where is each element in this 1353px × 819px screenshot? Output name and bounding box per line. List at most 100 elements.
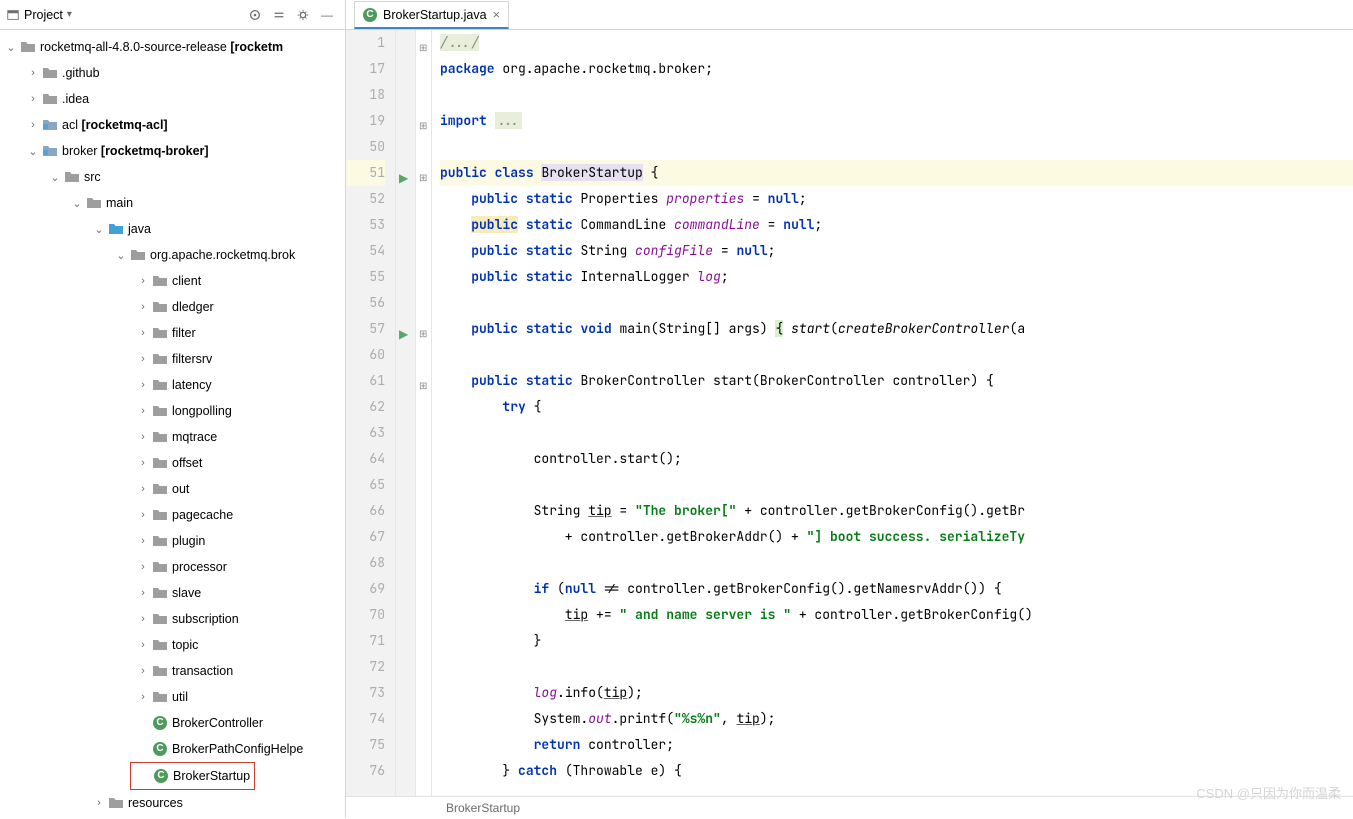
fold-icon[interactable]: ⊞ [419, 323, 427, 349]
run-icon[interactable]: ▶ [399, 166, 408, 192]
chevron-icon[interactable]: ⌄ [92, 223, 106, 236]
folder-gray-icon [152, 689, 168, 705]
hide-icon[interactable]: — [317, 5, 337, 25]
chevron-icon[interactable]: › [26, 93, 40, 105]
tree-root[interactable]: ⌄ rocketmq-all-4.8.0-source-release [roc… [0, 34, 345, 60]
tree-item[interactable]: › filtersrv [0, 346, 345, 372]
tree-item[interactable]: › plugin [0, 528, 345, 554]
locate-icon[interactable] [245, 5, 265, 25]
chevron-icon[interactable]: ⌄ [26, 145, 40, 158]
project-header: Project ▾ — [0, 0, 345, 30]
close-icon[interactable]: × [493, 7, 501, 22]
chevron-icon[interactable]: › [136, 691, 150, 703]
chevron-icon[interactable]: › [136, 561, 150, 573]
tree-item[interactable]: › client [0, 268, 345, 294]
tree-item[interactable]: C BrokerController [0, 710, 345, 736]
module-icon [42, 143, 58, 159]
tree-item[interactable]: › offset [0, 450, 345, 476]
fold-icon[interactable]: ⊞ [419, 375, 427, 401]
tree-item-label: pagecache [172, 508, 233, 522]
tree-item-label: filter [172, 326, 196, 340]
tree-item[interactable]: › longpolling [0, 398, 345, 424]
chevron-icon[interactable]: › [136, 379, 150, 391]
chevron-icon[interactable]: ⌄ [114, 249, 128, 262]
chevron-icon[interactable]: › [136, 509, 150, 521]
tree-item[interactable]: › transaction [0, 658, 345, 684]
fold-icon[interactable]: ⊞ [419, 167, 427, 193]
folder-gray-icon [152, 559, 168, 575]
tree-item[interactable]: › pagecache [0, 502, 345, 528]
folder-blue-icon [108, 221, 124, 237]
tree-item[interactable]: › util [0, 684, 345, 710]
chevron-icon[interactable]: › [136, 431, 150, 443]
tree-item[interactable]: › out [0, 476, 345, 502]
editor-tabs: C BrokerStartup.java × [346, 0, 1353, 30]
chevron-down-icon[interactable]: ▾ [67, 9, 72, 20]
folder-gray-icon [152, 273, 168, 289]
fold-gutter: ⊞ ⊞ ⊞ ⊞ ⊞ [416, 30, 432, 796]
chevron-icon[interactable]: › [136, 483, 150, 495]
tree-item-label: main [106, 196, 133, 210]
folder-gray-icon [152, 637, 168, 653]
tree-item[interactable]: ⌄ src [0, 164, 345, 190]
tree-item[interactable]: › subscription [0, 606, 345, 632]
chevron-icon[interactable]: › [26, 67, 40, 79]
tree-item[interactable]: › filter [0, 320, 345, 346]
tree-item[interactable]: › mqtrace [0, 424, 345, 450]
tree-item[interactable]: ⌄ broker [rocketmq-broker] [0, 138, 345, 164]
run-icon[interactable]: ▶ [399, 322, 408, 348]
chevron-icon[interactable]: › [136, 353, 150, 365]
tree-item[interactable]: C BrokerPathConfigHelpe [0, 736, 345, 762]
fold-icon[interactable]: ⊞ [419, 115, 427, 141]
chevron-icon[interactable]: › [92, 797, 106, 809]
chevron-icon[interactable]: › [136, 327, 150, 339]
expand-all-icon[interactable] [269, 5, 289, 25]
tree-item[interactable]: › slave [0, 580, 345, 606]
tree-item[interactable]: ⌄ java [0, 216, 345, 242]
fold-icon[interactable]: ⊞ [419, 37, 427, 63]
tree-item[interactable]: ⌄ org.apache.rocketmq.brok [0, 242, 345, 268]
tree-item[interactable]: › topic [0, 632, 345, 658]
chevron-icon[interactable]: › [136, 457, 150, 469]
tree-item-label: longpolling [172, 404, 232, 418]
tree-item[interactable]: C BrokerStartup [131, 763, 250, 789]
chevron-icon[interactable]: › [136, 535, 150, 547]
tree-item[interactable]: › dledger [0, 294, 345, 320]
folder-gray-icon [152, 585, 168, 601]
tree-item[interactable]: › resources [0, 790, 345, 816]
tree-item-label: util [172, 690, 188, 704]
chevron-icon[interactable]: › [136, 587, 150, 599]
watermark: CSDN @只因为你而温柔 [1196, 783, 1341, 802]
folder-gray-icon [152, 611, 168, 627]
tree-item[interactable]: › .github [0, 60, 345, 86]
gear-icon[interactable] [293, 5, 313, 25]
tab-label: BrokerStartup.java [383, 8, 487, 22]
chevron-icon[interactable]: ⌄ [70, 197, 84, 210]
chevron-icon[interactable]: › [136, 275, 150, 287]
chevron-icon[interactable]: ⌄ [48, 171, 62, 184]
tree-item-label: acl [rocketmq-acl] [62, 118, 168, 132]
chevron-icon[interactable]: › [136, 665, 150, 677]
tree-item[interactable]: › acl [rocketmq-acl] [0, 112, 345, 138]
tree-item[interactable]: ⌄ main [0, 190, 345, 216]
chevron-icon[interactable]: › [136, 405, 150, 417]
code-area: 1171819505152535455565760616263646566676… [346, 30, 1353, 796]
code-text[interactable]: /.../package org.apache.rocketmq.broker;… [432, 30, 1353, 796]
tree-item-label: slave [172, 586, 201, 600]
tab-brokerstartup[interactable]: C BrokerStartup.java × [354, 1, 509, 29]
tree-item[interactable]: › processor [0, 554, 345, 580]
chevron-icon[interactable]: ⌄ [4, 41, 18, 54]
tree-item-label: BrokerPathConfigHelpe [172, 742, 303, 756]
project-tree[interactable]: ⌄ rocketmq-all-4.8.0-source-release [roc… [0, 30, 345, 818]
project-title[interactable]: Project [24, 8, 63, 22]
chevron-icon[interactable]: › [136, 639, 150, 651]
chevron-icon[interactable]: › [136, 301, 150, 313]
tree-item-label: subscription [172, 612, 239, 626]
chevron-icon[interactable]: › [26, 119, 40, 131]
folder-gray-icon [152, 481, 168, 497]
folder-gray-icon [42, 91, 58, 107]
tree-item[interactable]: › .idea [0, 86, 345, 112]
tree-item-label: BrokerController [172, 716, 263, 730]
chevron-icon[interactable]: › [136, 613, 150, 625]
tree-item[interactable]: › latency [0, 372, 345, 398]
